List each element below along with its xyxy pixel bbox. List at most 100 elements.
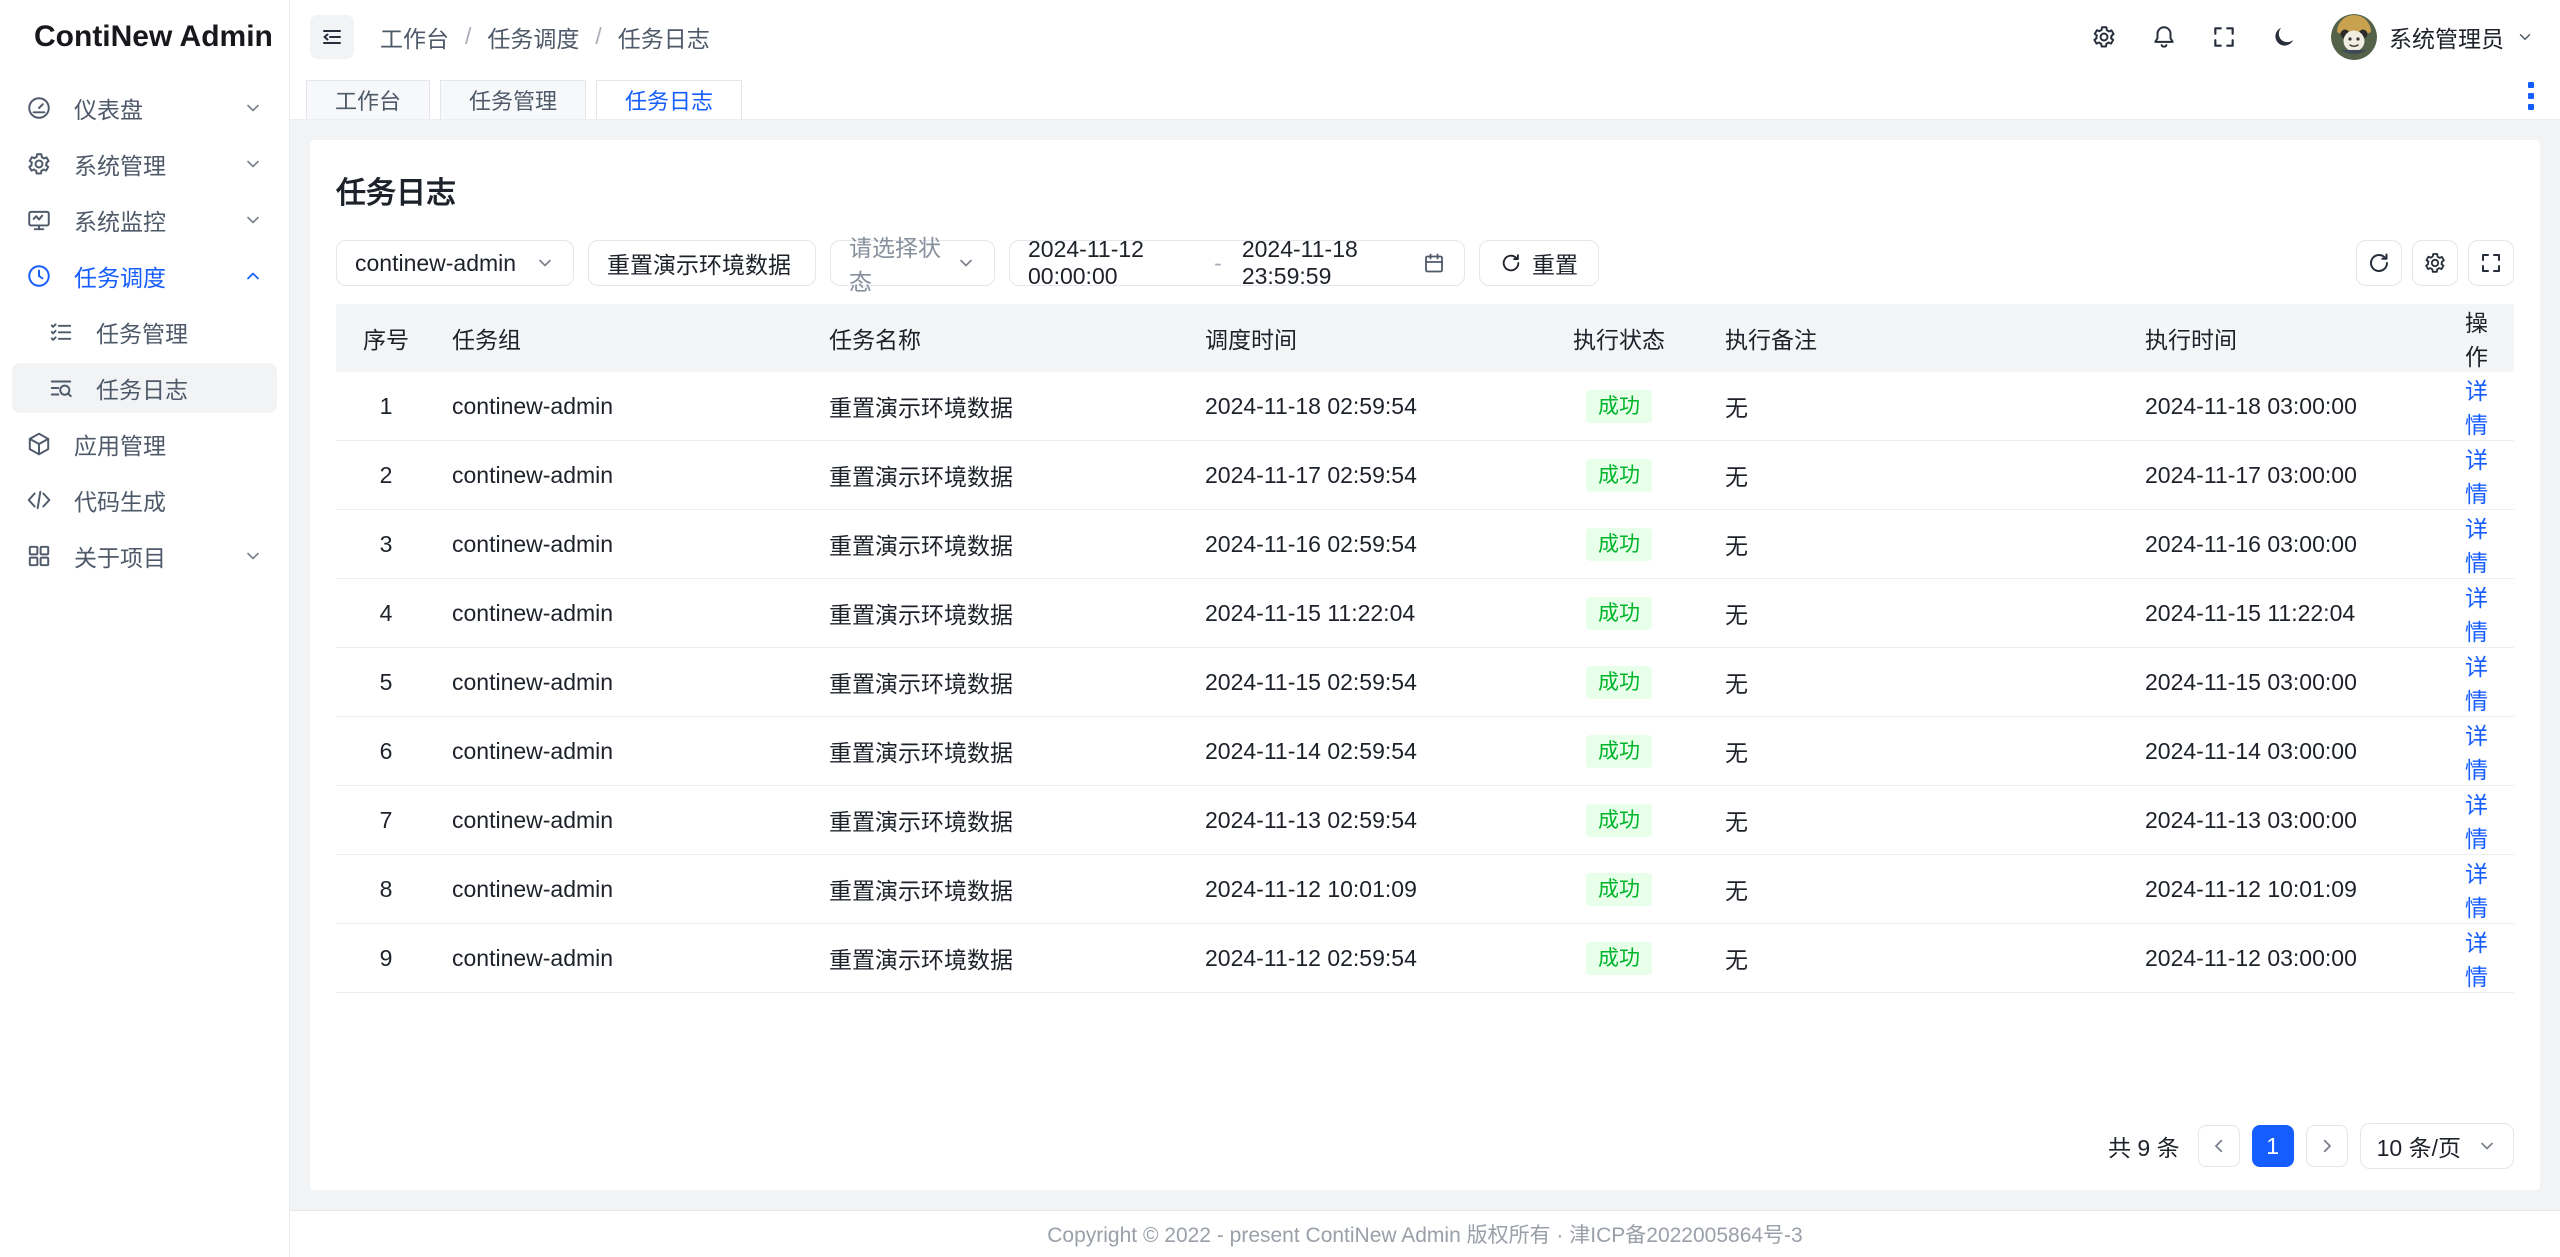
sidebar: ContiNew Admin 仪表盘 系统管理 系统监控 任务调度 任务管理 [0, 0, 290, 1257]
cell-action: 详情 [2439, 441, 2514, 510]
table-row: 2continew-admin重置演示环境数据2024-11-17 02:59:… [336, 441, 2514, 510]
cell-action: 详情 [2439, 855, 2514, 924]
status-badge: 成功 [1586, 459, 1652, 492]
cell-exec_time: 2024-11-12 10:01:09 [2129, 855, 2439, 924]
cell-status: 成功 [1529, 648, 1709, 717]
detail-link[interactable]: 详情 [2465, 447, 2488, 507]
detail-link[interactable]: 详情 [2465, 378, 2488, 438]
footer: Copyright © 2022 - present ContiNew Admi… [290, 1210, 2560, 1257]
cell-status: 成功 [1529, 924, 1709, 993]
detail-link[interactable]: 详情 [2465, 930, 2488, 990]
tab-more-icon[interactable] [2522, 76, 2540, 116]
table-fullscreen-button[interactable] [2468, 240, 2514, 286]
fullscreen-icon[interactable] [2211, 24, 2237, 50]
cell-exec_time: 2024-11-12 03:00:00 [2129, 924, 2439, 993]
previous-page-button[interactable] [2198, 1125, 2240, 1167]
column-header: 任务名称 [813, 304, 1189, 372]
tab-task-log[interactable]: 任务日志 [596, 80, 742, 119]
breadcrumb-separator: / [595, 23, 601, 50]
dark-mode-moon-icon[interactable] [2271, 24, 2297, 50]
date-range-picker[interactable]: 2024-11-12 00:00:00 - 2024-11-18 23:59:5… [1009, 240, 1465, 286]
table-row: 1continew-admin重置演示环境数据2024-11-18 02:59:… [336, 372, 2514, 441]
cell-group: continew-admin [436, 717, 813, 786]
task-group-select[interactable]: continew-admin [336, 240, 574, 286]
sidebar-item-system-monitor[interactable]: 系统监控 [12, 195, 277, 245]
column-settings-button[interactable] [2412, 240, 2458, 286]
cell-exec_time: 2024-11-17 03:00:00 [2129, 441, 2439, 510]
sidebar-item-task-scheduling[interactable]: 任务调度 [12, 251, 277, 301]
cell-exec_time: 2024-11-18 03:00:00 [2129, 372, 2439, 441]
detail-link[interactable]: 详情 [2465, 792, 2488, 852]
topbar: 工作台 / 任务调度 / 任务日志 系统管理员 [290, 0, 2560, 73]
cell-name: 重置演示环境数据 [813, 786, 1189, 855]
pagination: 共 9 条 1 10 条/页 [336, 1102, 2514, 1190]
page-size-select[interactable]: 10 条/页 [2360, 1123, 2514, 1169]
detail-link[interactable]: 详情 [2465, 585, 2488, 645]
cell-schedule_time: 2024-11-12 02:59:54 [1189, 924, 1529, 993]
sidebar-item-label: 应用管理 [74, 427, 263, 461]
cell-name: 重置演示环境数据 [813, 510, 1189, 579]
task-name-input[interactable] [588, 240, 816, 286]
page-number-button[interactable]: 1 [2252, 1125, 2294, 1167]
next-page-button[interactable] [2306, 1125, 2348, 1167]
breadcrumb-item-task-scheduling[interactable]: 任务调度 [487, 20, 579, 54]
sidebar-collapse-button[interactable] [310, 15, 354, 59]
cell-no: 3 [336, 510, 436, 579]
menu-fold-icon [320, 25, 344, 49]
sidebar-item-dashboard[interactable]: 仪表盘 [12, 83, 277, 133]
detail-link[interactable]: 详情 [2465, 723, 2488, 783]
column-header: 执行备注 [1709, 304, 2129, 372]
sidebar-item-label: 任务调度 [74, 259, 221, 293]
cell-name: 重置演示环境数据 [813, 648, 1189, 717]
sidebar-item-label: 仪表盘 [74, 91, 221, 125]
sidebar-item-label: 任务日志 [96, 371, 263, 405]
date-range-end: 2024-11-18 23:59:59 [1242, 236, 1408, 290]
cell-no: 5 [336, 648, 436, 717]
sidebar-item-app-management[interactable]: 应用管理 [12, 419, 277, 469]
cell-status: 成功 [1529, 372, 1709, 441]
cell-no: 7 [336, 786, 436, 855]
sidebar-item-about-project[interactable]: 关于项目 [12, 531, 277, 581]
settings-icon[interactable] [2091, 24, 2117, 50]
sidebar-item-code-generation[interactable]: 代码生成 [12, 475, 277, 525]
column-header: 任务组 [436, 304, 813, 372]
cell-schedule_time: 2024-11-13 02:59:54 [1189, 786, 1529, 855]
sidebar-item-task-management[interactable]: 任务管理 [12, 307, 277, 357]
cell-name: 重置演示环境数据 [813, 924, 1189, 993]
cell-schedule_time: 2024-11-15 02:59:54 [1189, 648, 1529, 717]
avatar [2331, 14, 2377, 60]
table-header-row: 序号任务组任务名称调度时间执行状态执行备注执行时间操作 [336, 304, 2514, 372]
sidebar-item-task-log[interactable]: 任务日志 [12, 363, 277, 413]
table-tools [2356, 240, 2514, 286]
detail-link[interactable]: 详情 [2465, 861, 2488, 921]
sidebar-item-system-management[interactable]: 系统管理 [12, 139, 277, 189]
cell-no: 6 [336, 717, 436, 786]
chevron-down-icon [2516, 28, 2534, 46]
tab-task-management[interactable]: 任务管理 [440, 80, 586, 119]
column-header: 序号 [336, 304, 436, 372]
refresh-table-button[interactable] [2356, 240, 2402, 286]
status-badge: 成功 [1586, 390, 1652, 423]
status-select[interactable]: 请选择状态 [830, 240, 995, 286]
detail-link[interactable]: 详情 [2465, 654, 2488, 714]
breadcrumb-item-task-log[interactable]: 任务日志 [618, 20, 710, 54]
user-menu[interactable]: 系统管理员 [2331, 14, 2534, 60]
app-logo[interactable]: ContiNew Admin [0, 0, 289, 73]
cell-no: 1 [336, 372, 436, 441]
cell-group: continew-admin [436, 441, 813, 510]
topbar-actions: 系统管理员 [2091, 14, 2534, 60]
tab-workbench[interactable]: 工作台 [306, 80, 430, 119]
cell-remark: 无 [1709, 579, 2129, 648]
task-log-card: 任务日志 continew-admin 请选择状态 2024-11-12 00:… [310, 140, 2540, 1190]
chevron-right-icon [2318, 1137, 2336, 1155]
cell-status: 成功 [1529, 579, 1709, 648]
cell-no: 9 [336, 924, 436, 993]
chevron-down-icon [243, 154, 263, 174]
notification-bell-icon[interactable] [2151, 24, 2177, 50]
breadcrumb-item-workbench[interactable]: 工作台 [380, 20, 449, 54]
gear-icon [2423, 251, 2447, 275]
dashboard-icon [26, 95, 52, 121]
detail-link[interactable]: 详情 [2465, 516, 2488, 576]
reset-button[interactable]: 重置 [1479, 240, 1599, 286]
cell-name: 重置演示环境数据 [813, 579, 1189, 648]
